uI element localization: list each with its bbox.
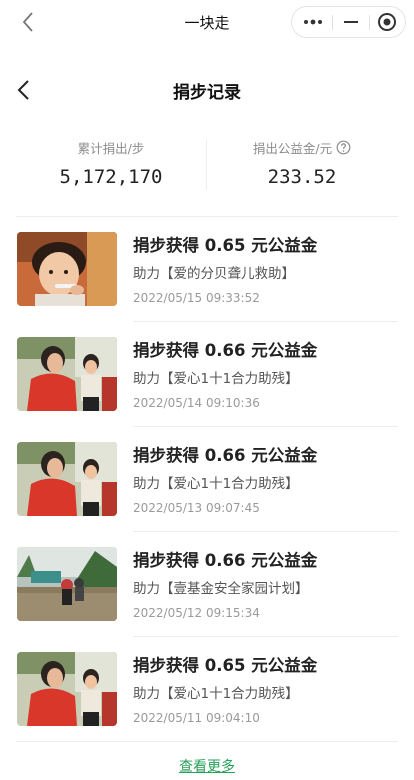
record-date: 2022/05/12 09:15:34: [133, 606, 260, 620]
record-date: 2022/05/14 09:10:36: [133, 396, 260, 410]
record-project: 助力【壹基金安全家园计划】: [133, 581, 309, 597]
mini-program-bar: 一块走: [0, 0, 414, 44]
minimize-icon[interactable]: [332, 7, 370, 37]
record-item[interactable]: 捐步获得 0.65 元公益金 助力【爱心1十1合力助残】 2022/05/11 …: [16, 637, 398, 742]
record-date: 2022/05/11 09:04:10: [133, 711, 260, 725]
record-item[interactable]: 捐步获得 0.66 元公益金 助力【爱心1十1合力助残】 2022/05/14 …: [16, 322, 398, 427]
more-dots-icon[interactable]: [294, 7, 332, 37]
steps-value: 5,172,170: [59, 166, 163, 188]
view-more-link[interactable]: 查看更多: [0, 756, 414, 776]
page-header: 捐步记录: [0, 70, 414, 110]
record-item[interactable]: 捐步获得 0.66 元公益金 助力【爱心1十1合力助残】 2022/05/13 …: [16, 427, 398, 532]
target-circle-icon[interactable]: [368, 7, 406, 37]
family-photo: [17, 337, 117, 411]
record-title: 捐步获得 0.66 元公益金: [133, 446, 318, 465]
record-project: 助力【爱心1十1合力助残】: [133, 686, 299, 702]
record-item[interactable]: 捐步获得 0.66 元公益金 助力【壹基金安全家园计划】 2022/05/12 …: [16, 532, 398, 637]
fund-label: 捐出公益金/元: [252, 140, 333, 156]
donation-record-list: 捐步获得 0.65 元公益金 助力【爱的分贝聋儿救助】 2022/05/15 0…: [16, 217, 398, 742]
steps-label: 累计捐出/步: [77, 140, 145, 156]
record-item[interactable]: 捐步获得 0.65 元公益金 助力【爱的分贝聋儿救助】 2022/05/15 0…: [16, 217, 398, 322]
record-title: 捐步获得 0.65 元公益金: [133, 656, 318, 675]
record-title: 捐步获得 0.66 元公益金: [133, 551, 318, 570]
family-photo: [17, 442, 117, 516]
donation-stats: 累计捐出/步 5,172,170 捐出公益金/元 233.52: [16, 138, 396, 194]
steps-stat: 累计捐出/步 5,172,170: [16, 138, 206, 189]
fund-stat: 捐出公益金/元 233.52: [207, 138, 397, 188]
record-project: 助力【爱心1十1合力助残】: [133, 371, 299, 387]
record-title: 捐步获得 0.66 元公益金: [133, 341, 318, 360]
question-circle-icon[interactable]: [336, 140, 351, 155]
row-divider: [16, 741, 398, 742]
flood-photo: [17, 547, 117, 621]
record-date: 2022/05/15 09:33:52: [133, 291, 260, 305]
record-project: 助力【爱心1十1合力助残】: [133, 476, 299, 492]
capsule-menu: [291, 6, 406, 38]
family-photo: [17, 652, 117, 726]
record-project: 助力【爱的分贝聋儿救助】: [133, 266, 295, 282]
child-photo: [17, 232, 117, 306]
fund-value: 233.52: [267, 166, 337, 188]
record-date: 2022/05/13 09:07:45: [133, 501, 260, 515]
record-title: 捐步获得 0.65 元公益金: [133, 236, 318, 255]
page-title: 捐步记录: [173, 83, 241, 103]
